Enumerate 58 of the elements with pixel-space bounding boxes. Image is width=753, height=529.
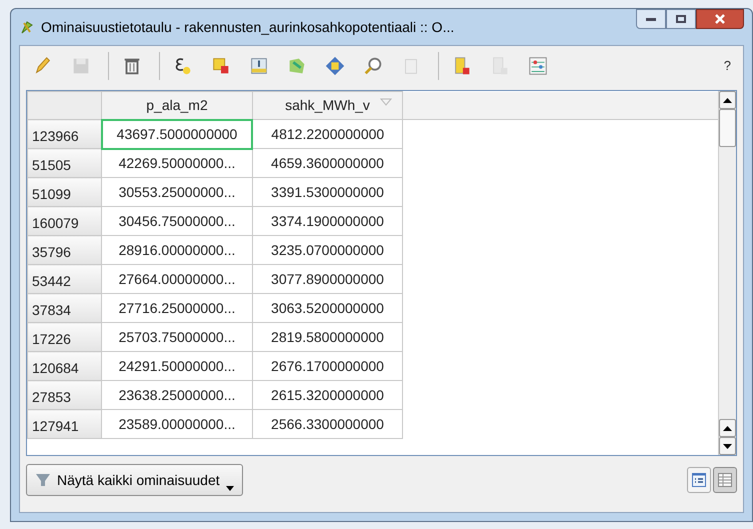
app-logo-icon <box>19 19 35 35</box>
table-cell[interactable]: 23589.00000000... <box>102 410 252 438</box>
table-panel-icon[interactable] <box>248 55 270 77</box>
help-button[interactable]: ? <box>724 56 731 76</box>
table-cell[interactable]: 27716.25000000... <box>102 294 252 322</box>
table-view-button[interactable] <box>713 467 737 493</box>
table-cell[interactable]: 3374.1900000000 <box>252 206 403 236</box>
row-header[interactable]: 127941 <box>28 410 102 438</box>
row-header[interactable]: 51505 <box>28 148 102 178</box>
table-cell[interactable]: 2676.1700000000 <box>252 352 403 380</box>
table-cell[interactable]: 28916.00000000... <box>102 236 252 264</box>
row-header[interactable]: 35796 <box>28 236 102 264</box>
scroll-up-icon[interactable] <box>719 419 736 437</box>
dropdown-caret-icon <box>226 486 234 491</box>
row-header[interactable]: 160079 <box>28 206 102 236</box>
table-cell[interactable]: 30553.25000000... <box>102 178 252 206</box>
scroll-thumb[interactable] <box>719 109 736 147</box>
row-header[interactable]: 123966 <box>28 120 102 148</box>
table-view-icon[interactable] <box>718 473 732 487</box>
column-header[interactable]: p_ala_m2 <box>102 92 252 120</box>
table-cell[interactable]: 27664.00000000... <box>102 264 252 294</box>
table-cell[interactable]: 3077.8900000000 <box>252 264 403 294</box>
table-cell[interactable]: 30456.75000000... <box>102 206 252 236</box>
window-title: Ominaisuustietotaulu - rakennusten_aurinkosahkopotentiaali :: O... <box>41 18 454 37</box>
row-header[interactable]: 120684 <box>28 352 102 380</box>
form-view-button[interactable] <box>687 467 711 493</box>
table-cell[interactable]: 2819.5800000000 <box>252 322 403 352</box>
filter-label: Näytä kaikki ominaisuudet <box>57 470 220 490</box>
table-cell[interactable]: 3235.0700000000 <box>252 236 403 264</box>
table-cell[interactable]: 4812.2200000000 <box>252 120 403 148</box>
table-cell[interactable]: 2615.3200000000 <box>252 380 403 410</box>
row-header[interactable]: 27853 <box>28 380 102 410</box>
diamond-icon[interactable] <box>324 55 346 77</box>
table-cell[interactable]: 3063.5200000000 <box>252 294 403 322</box>
maximize-button[interactable] <box>666 9 696 29</box>
table-cell[interactable]: 3391.5300000000 <box>252 178 403 206</box>
row-header[interactable]: 51099 <box>28 178 102 206</box>
magnifier-icon[interactable] <box>362 55 384 77</box>
scroll-down-icon[interactable] <box>719 437 736 455</box>
table-cell[interactable]: 43697.5000000000 <box>102 120 252 148</box>
table-cell[interactable]: 42269.50000000... <box>102 148 252 178</box>
table-cell[interactable]: 2566.3300000000 <box>252 410 403 438</box>
minimize-button[interactable] <box>636 9 666 29</box>
filter-icon <box>35 472 51 488</box>
close-icon[interactable] <box>714 14 726 24</box>
row-header[interactable]: 37834 <box>28 294 102 322</box>
column-header[interactable]: sahk_MWh_v <box>252 92 403 120</box>
vertical-scrollbar[interactable] <box>718 91 736 455</box>
table-cell[interactable]: 4659.3600000000 <box>252 148 403 178</box>
table-cell[interactable]: 24291.50000000... <box>102 352 252 380</box>
close-button[interactable] <box>696 9 744 29</box>
table-cell[interactable]: 25703.75000000... <box>102 322 252 352</box>
row-header[interactable]: 17226 <box>28 322 102 352</box>
form-view-icon[interactable] <box>692 473 706 487</box>
scroll-up-icon[interactable] <box>719 91 736 109</box>
row-header[interactable]: 53442 <box>28 264 102 294</box>
filter-dropdown-button[interactable]: Näytä kaikki ominaisuudet <box>26 464 243 496</box>
table-cell[interactable]: 23638.25000000... <box>102 380 252 410</box>
